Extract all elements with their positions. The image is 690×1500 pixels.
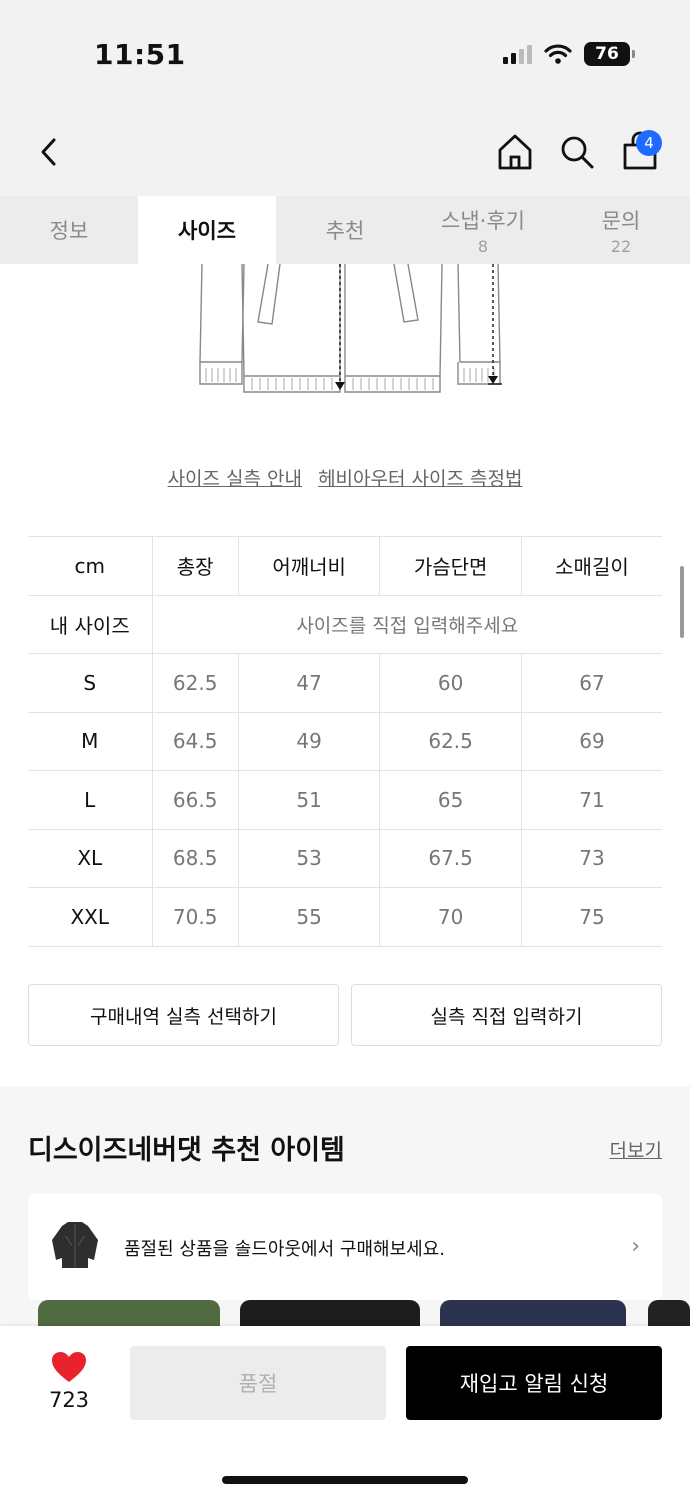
bottom-purchase-bar: 723 품절 재입고 알림 신청 xyxy=(0,1326,690,1500)
size-table: cm 총장 어깨너비 가슴단면 소매길이 내 사이즈 사이즈를 직접 입력해주세… xyxy=(28,536,662,947)
back-icon[interactable] xyxy=(34,132,64,172)
size-label: XL xyxy=(28,829,153,888)
tab-info[interactable]: 정보 xyxy=(0,196,138,264)
table-cell: 53 xyxy=(238,829,381,888)
status-icons: 76 xyxy=(503,42,635,66)
cellular-signal-icon xyxy=(503,44,532,64)
table-cell: 64.5 xyxy=(152,712,239,771)
table-cell: 47 xyxy=(238,653,381,713)
table-cell: 62.5 xyxy=(379,712,522,771)
size-label: L xyxy=(28,770,153,830)
table-header: 총장 xyxy=(152,536,239,596)
tab-label: 정보 xyxy=(49,219,89,243)
scrollbar[interactable] xyxy=(680,566,684,638)
purchase-history-measure-button[interactable]: 구매내역 실측 선택하기 xyxy=(28,984,339,1046)
size-label: XXL xyxy=(28,887,153,947)
heart-icon[interactable] xyxy=(50,1350,88,1384)
size-guide-links: 사이즈 실측 안내 헤비아우터 사이즈 측정법 xyxy=(0,464,690,491)
table-header: 어깨너비 xyxy=(238,536,381,596)
tab-size[interactable]: 사이즈 xyxy=(138,196,276,264)
table-cell: 75 xyxy=(521,887,662,947)
table-row: M 64.5 49 62.5 69 xyxy=(28,712,662,771)
table-cell: 49 xyxy=(238,712,381,771)
battery-icon: 76 xyxy=(584,42,635,66)
product-tabs: 정보 사이즈 추천 스냅·후기 8 문의 22 xyxy=(0,196,690,264)
chevron-right-icon: › xyxy=(631,1234,640,1259)
table-cell: 66.5 xyxy=(152,770,239,830)
tab-count: 8 xyxy=(477,236,489,256)
measurement-actions: 구매내역 실측 선택하기 실측 직접 입력하기 xyxy=(28,984,662,1046)
size-measurement-diagram xyxy=(199,264,502,393)
home-indicator xyxy=(222,1476,468,1484)
tab-snap-review[interactable]: 스냅·후기 8 xyxy=(414,196,552,264)
table-header-row: cm 총장 어깨너비 가슴단면 소매길이 xyxy=(28,536,662,596)
recommend-title: 디스이즈네버댓 추천 아이템 xyxy=(28,1135,345,1166)
manual-measure-input-button[interactable]: 실측 직접 입력하기 xyxy=(351,984,662,1046)
table-cell: 60 xyxy=(379,653,522,713)
soldout-button: 품절 xyxy=(130,1346,386,1420)
restock-alert-button[interactable]: 재입고 알림 신청 xyxy=(406,1346,662,1420)
like-count: 723 xyxy=(48,1388,90,1412)
table-cell: 67.5 xyxy=(379,829,522,888)
wifi-icon xyxy=(544,44,572,64)
product-thumbnail[interactable] xyxy=(240,1300,420,1326)
size-label: S xyxy=(28,653,153,713)
search-icon[interactable] xyxy=(558,132,596,172)
tab-label: 문의 xyxy=(601,208,641,233)
table-row: L 66.5 51 65 71 xyxy=(28,770,662,830)
table-cell: 69 xyxy=(521,712,662,771)
tab-label: 스냅·후기 xyxy=(441,208,525,233)
table-cell: 70 xyxy=(379,887,522,947)
status-time: 11:51 xyxy=(94,38,186,71)
table-header: 소매길이 xyxy=(521,536,662,596)
cart-count-badge: 4 xyxy=(636,130,662,156)
tab-recommend[interactable]: 추천 xyxy=(276,196,414,264)
size-label: M xyxy=(28,712,153,771)
table-header: 가슴단면 xyxy=(379,536,522,596)
more-link[interactable]: 더보기 xyxy=(610,1136,662,1163)
table-cell: 55 xyxy=(238,887,381,947)
table-cell: 70.5 xyxy=(152,887,239,947)
table-cell: 62.5 xyxy=(152,653,239,713)
nav-bar xyxy=(0,110,690,196)
table-row: XXL 70.5 55 70 75 xyxy=(28,887,662,947)
tab-inquiry[interactable]: 문의 22 xyxy=(552,196,690,264)
soldout-banner[interactable]: 품절된 상품을 솔드아웃에서 구매해보세요. › xyxy=(28,1194,662,1300)
tab-label: 사이즈 xyxy=(178,219,236,243)
my-size-row[interactable]: 내 사이즈 사이즈를 직접 입력해주세요 xyxy=(28,595,662,654)
table-header: cm xyxy=(28,536,153,596)
table-row: S 62.5 47 60 67 xyxy=(28,653,662,713)
product-thumbnail[interactable] xyxy=(440,1300,626,1326)
heavy-outer-guide-link[interactable]: 헤비아우터 사이즈 측정법 xyxy=(318,468,522,490)
table-cell: 71 xyxy=(521,770,662,830)
status-bar: 11:51 76 xyxy=(0,0,690,110)
table-row: XL 68.5 53 67.5 73 xyxy=(28,829,662,888)
actual-size-guide-link[interactable]: 사이즈 실측 안내 xyxy=(168,468,302,490)
tab-label: 추천 xyxy=(325,219,365,243)
product-thumbnail[interactable] xyxy=(648,1300,690,1326)
my-size-label: 내 사이즈 xyxy=(28,595,153,654)
product-thumbnail[interactable] xyxy=(38,1300,220,1326)
table-cell: 73 xyxy=(521,829,662,888)
table-cell: 67 xyxy=(521,653,662,713)
jacket-thumbnail xyxy=(46,1216,104,1274)
soldout-notice: 품절된 상품을 솔드아웃에서 구매해보세요. xyxy=(124,1239,445,1260)
home-icon[interactable] xyxy=(496,132,534,172)
my-size-input-hint[interactable]: 사이즈를 직접 입력해주세요 xyxy=(152,595,662,654)
tab-count: 22 xyxy=(610,236,632,256)
table-cell: 65 xyxy=(379,770,522,830)
table-cell: 68.5 xyxy=(152,829,239,888)
table-cell: 51 xyxy=(238,770,381,830)
